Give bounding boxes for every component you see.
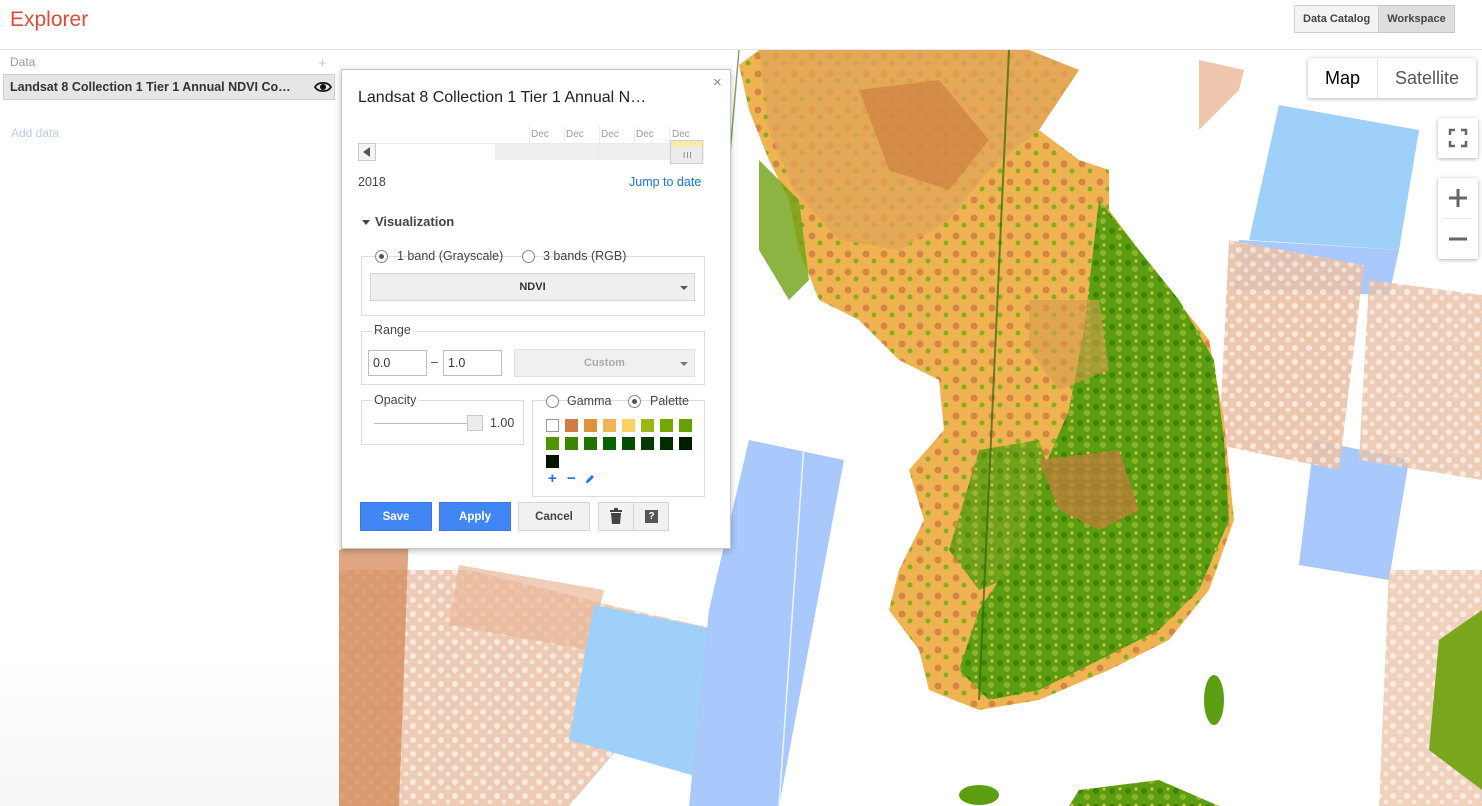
fullscreen-button[interactable] <box>1438 118 1478 158</box>
palette-swatch[interactable] <box>641 437 654 450</box>
add-layer-icon[interactable]: + <box>318 55 327 72</box>
fullscreen-icon <box>1448 128 1468 148</box>
add-data-link[interactable]: Add data <box>11 126 59 140</box>
app-title[interactable]: Explorer <box>10 8 88 32</box>
timeline-label: Dec <box>636 129 654 140</box>
workspace-button[interactable]: Workspace <box>1379 5 1455 33</box>
cancel-button[interactable]: Cancel <box>518 502 590 531</box>
timeline-handle[interactable]: III <box>670 140 703 164</box>
grayscale-label[interactable]: 1 band (Grayscale) <box>397 249 503 263</box>
top-bar: Explorer Data Catalog Workspace <box>0 0 1482 50</box>
visualization-heading: Visualization <box>375 214 455 229</box>
help-button[interactable]: ? <box>633 502 669 531</box>
palette-swatch[interactable] <box>679 437 692 450</box>
timeline-label: Dec <box>531 129 549 140</box>
gamma-label[interactable]: Gamma <box>567 394 611 408</box>
gamma-radio[interactable] <box>546 395 559 408</box>
palette-label[interactable]: Palette <box>650 394 689 408</box>
chevron-down-icon <box>680 286 688 290</box>
rgb-label[interactable]: 3 bands (RGB) <box>543 249 626 263</box>
palette-swatch[interactable] <box>641 419 654 432</box>
chevron-down-icon <box>680 362 688 366</box>
close-icon[interactable]: × <box>713 74 722 91</box>
palette-swatch[interactable] <box>546 455 559 468</box>
map-type-map-button[interactable]: Map <box>1308 58 1379 98</box>
opacity-slider-handle[interactable] <box>467 415 483 431</box>
palette-swatch[interactable] <box>584 437 597 450</box>
timeline-tick <box>634 126 635 160</box>
timeline-tick <box>529 126 530 160</box>
top-nav: Data Catalog Workspace <box>1294 5 1455 33</box>
panel-title: Landsat 8 Collection 1 Tier 1 Annual N… <box>358 89 647 106</box>
opacity-value: 1.00 <box>490 416 515 430</box>
band-select-value: NDVI <box>519 281 546 293</box>
data-catalog-button[interactable]: Data Catalog <box>1294 5 1380 33</box>
save-button[interactable]: Save <box>360 502 432 531</box>
rgb-radio[interactable] <box>522 250 535 263</box>
layers-sidebar: Data + Landsat 8 Collection 1 Tier 1 Ann… <box>0 50 340 806</box>
range-preset-value: Custom <box>584 357 625 369</box>
map-type-satellite-button[interactable]: Satellite <box>1378 58 1476 98</box>
range-max-input[interactable] <box>443 350 502 376</box>
band-select[interactable]: NDVI <box>370 273 695 301</box>
range-label: Range <box>372 323 413 337</box>
timeline-range <box>375 143 495 160</box>
palette-swatch[interactable] <box>603 419 616 432</box>
layer-config-panel: × Landsat 8 Collection 1 Tier 1 Annual N… <box>341 69 731 549</box>
palette-radio[interactable] <box>628 395 641 408</box>
palette-swatch[interactable] <box>546 437 559 450</box>
opacity-slider-track[interactable] <box>374 423 474 424</box>
timeline-labels: Dec Dec Dec Dec Dec <box>358 126 704 144</box>
zoom-control <box>1438 178 1478 259</box>
zoom-in-button[interactable] <box>1438 178 1478 218</box>
range-preset-select[interactable]: Custom <box>514 349 695 377</box>
palette-swatch[interactable] <box>603 437 616 450</box>
palette-swatch[interactable] <box>679 419 692 432</box>
grayscale-radio[interactable] <box>375 250 388 263</box>
palette-swatch[interactable] <box>584 419 597 432</box>
sidebar-header: Data <box>10 55 36 69</box>
timeline-label: Dec <box>601 129 619 140</box>
timeline-tick <box>599 126 600 160</box>
visibility-eye-icon[interactable] <box>314 80 332 94</box>
minus-icon <box>1449 237 1467 241</box>
palette-swatch[interactable] <box>546 419 559 432</box>
help-icon: ? <box>645 510 658 523</box>
map-type-control: Map Satellite <box>1308 58 1477 98</box>
range-separator: – <box>431 355 438 369</box>
timeline-slider[interactable]: Dec Dec Dec Dec Dec III <box>358 126 704 168</box>
jump-to-date-link[interactable]: Jump to date <box>629 175 701 189</box>
remove-color-icon[interactable]: − <box>567 470 576 487</box>
palette-swatch[interactable] <box>622 437 635 450</box>
timeline-handle-grip: III <box>683 151 693 160</box>
palette-swatch[interactable] <box>622 419 635 432</box>
plus-icon <box>1449 189 1467 207</box>
timeline-label: Dec <box>566 129 584 140</box>
palette-swatch[interactable] <box>660 437 673 450</box>
apply-button[interactable]: Apply <box>439 502 511 531</box>
zoom-out-button[interactable] <box>1438 219 1478 259</box>
visualization-toggle[interactable]: Visualization <box>362 214 454 229</box>
timeline-tick <box>564 126 565 160</box>
layer-item[interactable]: Landsat 8 Collection 1 Tier 1 Annual NDV… <box>3 74 335 100</box>
timeline-label: Dec <box>672 129 690 140</box>
add-color-icon[interactable]: + <box>548 470 557 487</box>
palette-swatch[interactable] <box>660 419 673 432</box>
range-min-input[interactable] <box>368 350 427 376</box>
delete-button[interactable] <box>598 502 634 531</box>
selected-year: 2018 <box>358 175 386 189</box>
opacity-label: Opacity <box>372 393 419 407</box>
layer-name: Landsat 8 Collection 1 Tier 1 Annual NDV… <box>10 80 291 94</box>
caret-down-icon <box>362 220 370 226</box>
timeline-scroll-left-icon[interactable] <box>358 143 376 161</box>
palette-swatch[interactable] <box>565 419 578 432</box>
trash-icon <box>610 508 622 524</box>
palette-swatch[interactable] <box>565 437 578 450</box>
pencil-icon[interactable] <box>584 473 596 485</box>
